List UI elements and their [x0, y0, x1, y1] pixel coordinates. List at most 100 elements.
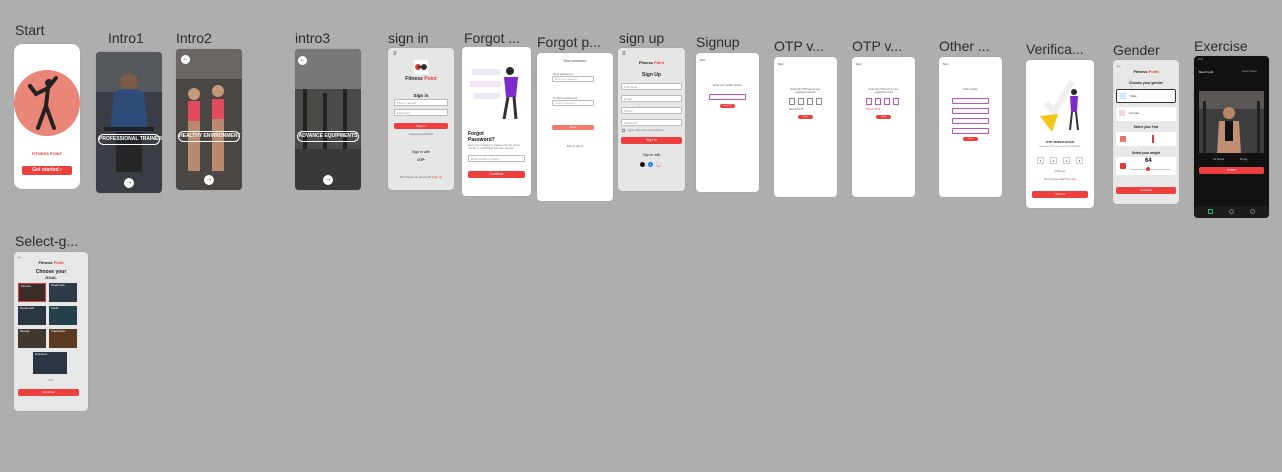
home-icon[interactable]: [1208, 209, 1213, 214]
otp-instruction-line2: registered email: [874, 91, 893, 94]
activity-icon[interactable]: [1229, 209, 1234, 214]
detail-input-3[interactable]: [952, 118, 989, 124]
frame-label-forgot2: Forgot p...: [537, 34, 601, 50]
verify-button[interactable]: Verify: [798, 115, 813, 119]
otp-digit-2[interactable]: [798, 98, 804, 105]
otp-digit-4[interactable]: [893, 98, 899, 105]
frame-exercise[interactable]: 9:41 Bench pull Guest Trainer 12 Reps 10…: [1194, 56, 1269, 218]
frame-forgot2[interactable]: New password New password Enter new pass…: [537, 53, 613, 201]
settings-icon[interactable]: [1250, 209, 1255, 214]
frame-gender[interactable]: ← Fitness Point Choose your gender Male …: [1113, 60, 1179, 204]
full-name-input[interactable]: Full name: [621, 83, 682, 90]
email-phone-input[interactable]: Enter email or phone: [468, 155, 525, 162]
frame-otp2[interactable]: Back Enter the OTP sent to your register…: [852, 57, 915, 197]
signup-link[interactable]: Sign up: [432, 175, 442, 179]
next-arrow-icon[interactable]: →: [323, 175, 333, 185]
frame-start[interactable]: FITNESS POINT Get started ›: [14, 44, 80, 189]
phone-input[interactable]: Phone: [621, 107, 682, 114]
new-password-input[interactable]: Enter new password: [552, 76, 594, 82]
resend-link[interactable]: Re-send: [1067, 178, 1076, 181]
terms-checkbox[interactable]: [622, 129, 625, 132]
sign-up-button[interactable]: Sign in: [621, 137, 682, 144]
frame-intro1[interactable]: PROFESSIONAL TRAINER →: [96, 52, 162, 193]
otp-digit-1[interactable]: 3: [1037, 157, 1044, 164]
year-slider-marker[interactable]: [1152, 135, 1154, 143]
detail-input-4[interactable]: [952, 128, 989, 134]
brand-part-2: Point: [654, 60, 665, 65]
otp-digit-3[interactable]: [884, 98, 890, 105]
frame-forgot1[interactable]: Forgot Password? Don't worry it happens.…: [462, 47, 531, 196]
phone-input[interactable]: Phone / Email: [394, 99, 448, 106]
frame-signin[interactable]: ≡ Fitness Point Sign in Phone / Email Pa…: [388, 48, 454, 190]
frame-signup[interactable]: ≡ Fitness Point Sign Up Full name Email …: [618, 48, 685, 191]
weight-picker[interactable]: 64: [1116, 157, 1176, 175]
continue-button[interactable]: Continue: [18, 389, 79, 396]
frame-otp1[interactable]: Back Enter the OTP sent to your register…: [774, 57, 837, 197]
female-option[interactable]: Female: [1116, 107, 1176, 121]
back-link[interactable]: Back: [943, 63, 949, 66]
otp-digit-3[interactable]: [807, 98, 813, 105]
password-input[interactable]: Password: [394, 109, 448, 116]
back-link[interactable]: Back: [700, 59, 706, 62]
sign-in-button[interactable]: Sign in: [394, 123, 448, 129]
otp-digit-4[interactable]: 8: [1076, 157, 1083, 164]
apple-icon[interactable]: [640, 162, 645, 167]
otp-digit-2[interactable]: 4: [1050, 157, 1057, 164]
resend-otp-link[interactable]: Resend OTP: [866, 108, 880, 111]
frame-other-details[interactable]: Back Other details Next: [939, 57, 1002, 197]
goal-tile[interactable]: Endurance: [33, 352, 67, 374]
otp-option[interactable]: OTP: [388, 158, 454, 162]
password-input[interactable]: Password: [621, 119, 682, 126]
frame-verification[interactable]: OTP VERIFICATION Enter the OTP sent to +…: [1026, 60, 1094, 208]
continue-button[interactable]: Continue: [1116, 187, 1176, 194]
google-icon[interactable]: G: [656, 162, 661, 168]
otp-digit-4[interactable]: [816, 98, 822, 105]
goal-tile[interactable]: Muscle Gain: [18, 306, 46, 325]
goal-tile[interactable]: Fat Loss: [18, 283, 46, 302]
confirm-password-input[interactable]: Confirm password: [552, 100, 594, 106]
next-button[interactable]: Next: [963, 137, 978, 141]
otp-digit-3[interactable]: 2: [1063, 157, 1070, 164]
resend-otp-link[interactable]: Resend OTP: [789, 108, 803, 111]
next-arrow-icon[interactable]: →: [204, 175, 214, 185]
forgot-password-link[interactable]: Forgot password?: [388, 132, 454, 136]
goal-tile[interactable]: Yoga Fitness: [49, 329, 77, 348]
continue-button[interactable]: Continue: [468, 171, 525, 178]
intro3-caption: ADVANCE EQUIPMENTS: [297, 131, 359, 142]
mobile-number-input[interactable]: [709, 94, 746, 100]
skip-link[interactable]: Skip: [14, 379, 88, 382]
send-otp-button[interactable]: Send OTP: [720, 104, 735, 108]
otp-digit-1[interactable]: [866, 98, 872, 105]
back-arrow-icon[interactable]: ←: [181, 55, 190, 64]
weight-slider-thumb[interactable]: [1146, 167, 1150, 171]
back-link[interactable]: Back: [856, 63, 862, 66]
back-link[interactable]: Back: [778, 63, 784, 66]
back-arrow-icon[interactable]: ←: [298, 56, 307, 65]
next-arrow-icon[interactable]: →: [124, 178, 134, 188]
goal-tile[interactable]: Weight Gain: [49, 283, 77, 302]
otp-digit-1[interactable]: [789, 98, 795, 105]
email-input[interactable]: Email: [621, 95, 682, 102]
verify-button[interactable]: Verify: [876, 115, 891, 119]
male-option[interactable]: Male: [1116, 89, 1176, 103]
goal-tile[interactable]: Cardio: [49, 306, 77, 325]
frame-intro2[interactable]: ← HEALTHY ENVIRONMENT →: [176, 49, 242, 190]
mobile-instruction: Enter your mobile number: [713, 84, 742, 87]
get-started-button[interactable]: Get started ›: [22, 166, 72, 175]
start-button[interactable]: START: [1199, 167, 1264, 174]
menu-icon[interactable]: ≡: [622, 51, 626, 57]
detail-input-1[interactable]: [952, 98, 989, 104]
year-picker[interactable]: [1116, 132, 1176, 146]
weight-slider-track[interactable]: [1130, 169, 1170, 170]
facebook-icon[interactable]: f: [648, 162, 653, 167]
otp-digit-2[interactable]: [875, 98, 881, 105]
frame-intro3[interactable]: ← ADVANCE EQUIPMENTS →: [295, 49, 361, 190]
frame-select-goal[interactable]: ← Fitness Point Choose your GOAL Fat Los…: [14, 252, 88, 411]
save-button[interactable]: Save: [552, 125, 594, 130]
submit-button[interactable]: Submit: [1032, 191, 1088, 198]
goal-tile[interactable]: Strength: [18, 329, 46, 348]
back-to-signin-link[interactable]: Back to sign in: [537, 145, 613, 148]
menu-icon[interactable]: ≡: [393, 51, 397, 57]
frame-signup-phone[interactable]: Back Enter your mobile number Send OTP: [696, 53, 759, 192]
detail-input-2[interactable]: [952, 108, 989, 114]
